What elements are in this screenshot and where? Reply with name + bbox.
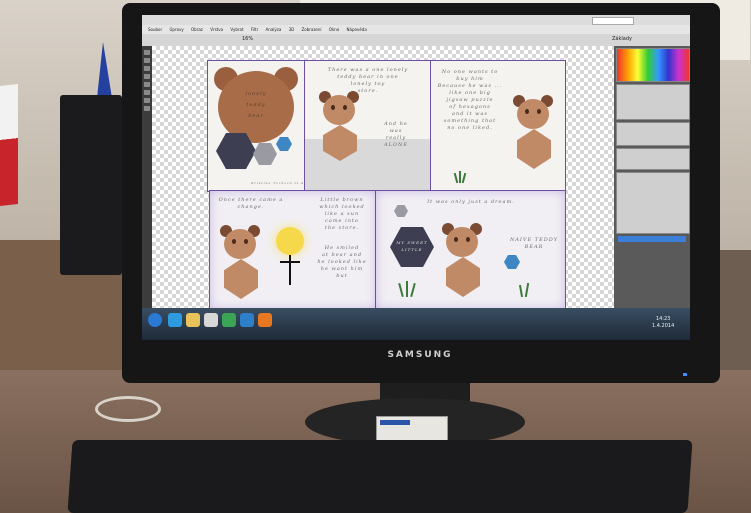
- stick-figure-arms: [280, 261, 300, 263]
- grass: [453, 172, 459, 184]
- bear-eye: [537, 109, 541, 114]
- grass: [398, 282, 404, 298]
- grass: [461, 172, 467, 184]
- grass: [406, 281, 408, 297]
- bear-body: [517, 129, 551, 169]
- clock-date: 1.4.2014: [652, 323, 675, 329]
- clock[interactable]: 14:23 1.4.2014: [652, 316, 674, 330]
- menu-item[interactable]: Obraz: [191, 27, 203, 32]
- grass: [524, 282, 530, 298]
- comic-panel-5: It was only just a dream. MY SWEET LITTL…: [375, 190, 566, 310]
- brush-tool-icon[interactable]: [144, 82, 150, 87]
- screen: Soubor Úpravy Obraz Vrstva Vybrat Filtr …: [142, 15, 690, 340]
- bear-head: [224, 229, 256, 259]
- paragraph-panel[interactable]: [616, 122, 690, 146]
- menu-bar: Soubor Úpravy Obraz Vrstva Vybrat Filtr …: [142, 25, 690, 34]
- canvas[interactable]: lonely teddy bear Kristina Tvrdová II.A …: [152, 46, 614, 310]
- move-tool-icon[interactable]: [144, 50, 150, 55]
- tools-panel: [142, 46, 152, 308]
- bear-body: [446, 257, 480, 297]
- start-button-icon[interactable]: [148, 313, 162, 327]
- grass: [518, 284, 524, 298]
- panel-text: Little brown which looked like a sun cam…: [319, 197, 365, 231]
- sun-character: [276, 227, 304, 255]
- layers-panel[interactable]: [616, 172, 690, 234]
- taskbar: 14:23 1.4.2014: [142, 308, 690, 340]
- adjustments-panel[interactable]: [616, 84, 690, 120]
- bear-eye: [244, 239, 248, 244]
- media-player-icon[interactable]: [204, 313, 218, 327]
- czech-flag: [0, 84, 18, 206]
- keyboard: [67, 440, 693, 513]
- explorer-icon[interactable]: [186, 313, 200, 327]
- monitor-brand: SAMSUNG: [387, 350, 453, 360]
- clock-time: 14:23: [655, 316, 671, 322]
- panel-text: NAIVE TEDDY BEAR: [509, 237, 559, 250]
- bear-eye: [343, 105, 347, 110]
- shape-tool-icon[interactable]: [144, 106, 150, 111]
- menu-item[interactable]: Úpravy: [169, 27, 183, 32]
- selected-layer[interactable]: [618, 236, 686, 242]
- sticker-logo: [380, 420, 410, 425]
- word-icon[interactable]: [240, 313, 254, 327]
- blue-hexagon: [276, 137, 292, 151]
- cable: [95, 396, 161, 422]
- app-title-bar: [142, 15, 690, 25]
- zoom-level[interactable]: 16%: [242, 36, 253, 42]
- bear-head: [446, 227, 478, 257]
- stick-figure-body: [289, 255, 291, 285]
- comic-panel-3: No one wants to buy him Because he was .…: [430, 60, 566, 192]
- grey-hexagon: [253, 143, 277, 165]
- workspace-switcher[interactable]: Základy: [612, 36, 632, 42]
- comic-panel-4: Once there came a change. Little brown w…: [209, 190, 377, 310]
- bear-eye: [331, 105, 335, 110]
- menu-item[interactable]: Zobrazení: [302, 27, 322, 32]
- background-monitor: [60, 95, 122, 275]
- panel-text: There was a one lonely teddy bear in one…: [327, 67, 409, 94]
- menu-item[interactable]: Vybrat: [230, 27, 243, 32]
- bear-head: [323, 95, 355, 125]
- eraser-tool-icon[interactable]: [144, 90, 150, 95]
- bear-body: [224, 259, 258, 299]
- comic-panel-1: lonely teddy bear Kristina Tvrdová II.A: [207, 60, 306, 192]
- power-led-icon: [683, 373, 687, 376]
- panel-text: He smiled at bear and he looked like he …: [317, 245, 367, 279]
- bear-eye: [466, 237, 470, 242]
- illustrator-icon[interactable]: [258, 313, 272, 327]
- marquee-tool-icon[interactable]: [144, 58, 150, 63]
- grey-hexagon: [394, 205, 408, 217]
- bear-head: [517, 99, 549, 129]
- blue-hexagon: [504, 255, 520, 269]
- internet-explorer-icon[interactable]: [168, 313, 182, 327]
- menu-item[interactable]: Okno: [329, 27, 339, 32]
- right-panels: [614, 46, 690, 308]
- panel-text: And he was really ALONE: [383, 121, 409, 148]
- author-credit: Kristina Tvrdová II.A: [251, 181, 304, 185]
- swatches-panel[interactable]: [616, 48, 690, 82]
- crop-tool-icon[interactable]: [144, 74, 150, 79]
- panel-title: lonely teddy bear: [245, 91, 267, 119]
- menu-item[interactable]: Filtr: [251, 27, 258, 32]
- hexagon-label: MY SWEET LITTLE: [396, 240, 428, 252]
- chrome-icon[interactable]: [222, 313, 236, 327]
- panel-text: No one wants to buy him Because he was .…: [437, 69, 503, 131]
- grass: [410, 282, 416, 298]
- character-panel[interactable]: [616, 148, 690, 170]
- bear-eye: [525, 109, 529, 114]
- bear-eye: [454, 237, 458, 242]
- menu-item[interactable]: Analýza: [266, 27, 282, 32]
- bear-eye: [232, 239, 236, 244]
- menu-item[interactable]: 3D: [289, 27, 295, 32]
- panel-text: Once there came a change.: [218, 197, 284, 210]
- grass: [459, 171, 461, 183]
- text-tool-icon[interactable]: [144, 98, 150, 103]
- comic-panel-2: There was a one lonely teddy bear in one…: [304, 60, 432, 192]
- menu-item[interactable]: Vrstva: [210, 27, 223, 32]
- lasso-tool-icon[interactable]: [144, 66, 150, 71]
- menu-item[interactable]: Nápověda: [347, 27, 367, 32]
- menu-item[interactable]: Soubor: [148, 27, 162, 32]
- panel-text: It was only just a dream.: [427, 199, 515, 205]
- search-input[interactable]: [592, 17, 634, 25]
